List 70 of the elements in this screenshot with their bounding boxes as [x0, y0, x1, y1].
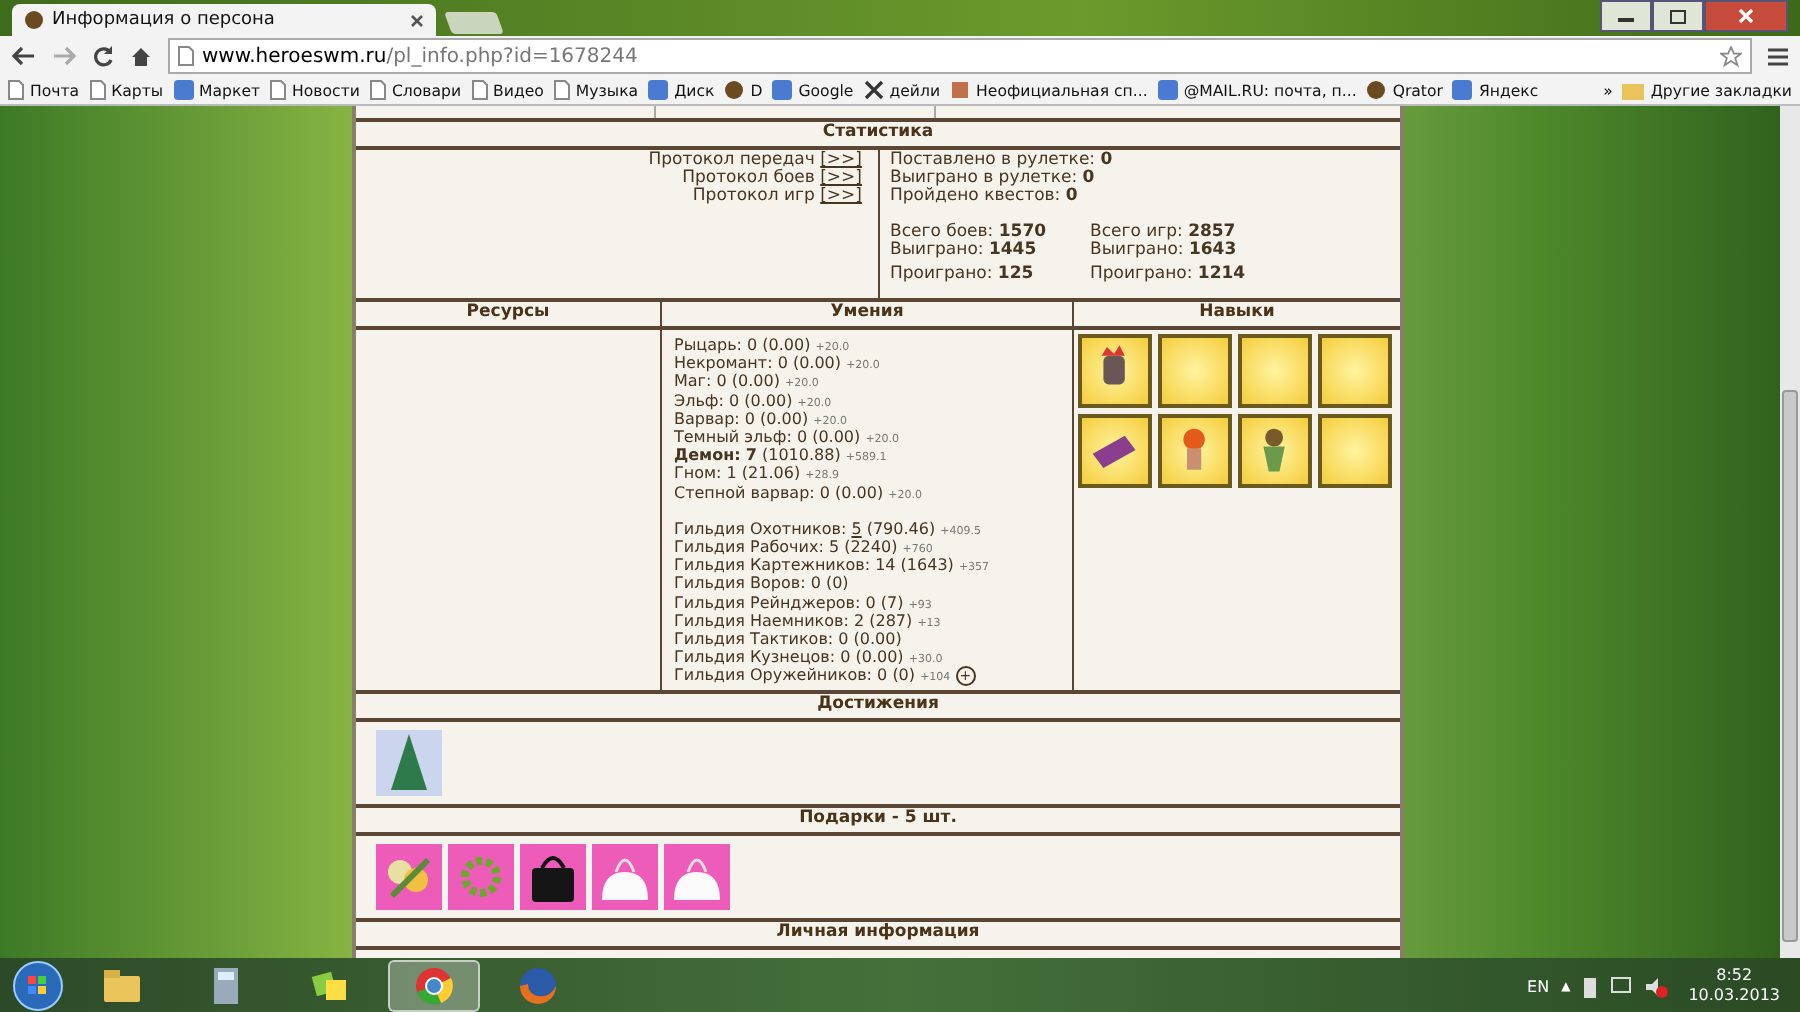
language-indicator[interactable]: EN — [1527, 977, 1550, 995]
star-icon[interactable] — [1720, 45, 1742, 67]
brooch-picture — [448, 843, 514, 910]
skill-slot[interactable] — [1238, 414, 1312, 488]
folder-icon — [1622, 81, 1645, 99]
stat-line: Проиграно: 1214 — [1090, 266, 1248, 285]
close-icon — [1738, 8, 1754, 24]
ability-line: Гильдия Воров: 0 (0) — [674, 574, 849, 594]
protocol-line: Протокол игр [>>] — [692, 188, 862, 208]
fir-tree-picture — [376, 729, 442, 796]
browser-icon — [410, 962, 458, 1010]
fox-globe-icon — [514, 962, 562, 1010]
stat-line: Пройдено квестов: 0 — [890, 188, 1080, 208]
address-field[interactable]: www.heroeswm.ru/pl_info.php?id=1678244 — [168, 38, 1752, 74]
skill-slot[interactable] — [1238, 334, 1312, 408]
ability-line: Гильдия Тактиков: 0 (0.00) — [674, 630, 904, 649]
tools-icon — [863, 80, 884, 100]
stat-line: Выиграно: 1445 — [890, 241, 1039, 261]
network-icon[interactable] — [1610, 976, 1633, 996]
close-button[interactable] — [1704, 0, 1788, 32]
close-icon[interactable] — [410, 13, 424, 27]
handbag-picture — [520, 843, 586, 910]
skill-slot[interactable] — [1078, 334, 1152, 408]
protocol-link[interactable]: [>>] — [820, 168, 862, 189]
minimize-button[interactable] — [1600, 0, 1652, 32]
section-header: Личная информация — [356, 921, 1400, 950]
skill-slot[interactable] — [1318, 334, 1392, 408]
section-header: Подарки - 5 шт. — [356, 807, 1400, 836]
protocol-line: Протокол боев [>>] — [682, 170, 862, 189]
start-button[interactable] — [12, 960, 64, 1012]
column-header: Навыки — [1197, 302, 1277, 326]
column-header: Ресурсы — [356, 302, 662, 326]
stat-line: Проиграно: 125 — [890, 266, 1036, 285]
protocol-line: Протокол передач [>>] — [648, 152, 862, 170]
new-tab-button[interactable] — [444, 12, 504, 34]
section-header: Статистика — [356, 122, 1400, 150]
purse-picture — [592, 843, 658, 910]
reload-icon[interactable] — [92, 45, 114, 67]
browser-tab[interactable]: Информация о персона — [12, 4, 436, 36]
site-icon — [648, 80, 669, 100]
column-header: Умения — [662, 302, 1074, 326]
purse-picture — [664, 843, 730, 910]
home-icon[interactable] — [130, 45, 152, 67]
protocol-link[interactable]: [>>] — [820, 150, 862, 170]
stat-line: Поставлено в рулетке: 0 — [890, 152, 1115, 170]
menu-icon[interactable] — [1768, 47, 1788, 65]
skill-slot[interactable] — [1158, 334, 1232, 408]
muted-speaker-icon[interactable] — [1644, 975, 1669, 997]
section-header: Достижения — [356, 693, 1400, 722]
maximize-button[interactable] — [1652, 0, 1704, 32]
site-icon — [1452, 80, 1473, 100]
battery-icon[interactable] — [1582, 975, 1599, 997]
stat-line: Всего боев: 1570 — [890, 223, 1049, 242]
bouquet-picture — [376, 843, 442, 910]
site-icon — [772, 80, 793, 100]
page-icon — [178, 46, 194, 66]
scrollbar[interactable] — [1780, 106, 1800, 958]
back-icon[interactable] — [12, 46, 36, 66]
protocol-link[interactable]: [>>] — [820, 186, 862, 207]
site-icon — [173, 80, 194, 100]
stat-line: Выиграно в рулетке: 0 — [890, 170, 1097, 189]
maximize-icon — [1670, 9, 1686, 23]
site-icon — [1157, 80, 1178, 100]
skill-slot[interactable] — [1318, 414, 1392, 488]
skill-slot[interactable] — [1078, 414, 1152, 488]
skill-slot[interactable] — [1158, 414, 1232, 488]
level-link[interactable]: 5 — [851, 519, 862, 538]
clock[interactable]: 8:52 10.03.2013 — [1680, 966, 1788, 1006]
stat-line: Выиграно: 1643 — [1090, 241, 1239, 261]
stat-line: Всего игр: 2857 — [1090, 223, 1238, 242]
